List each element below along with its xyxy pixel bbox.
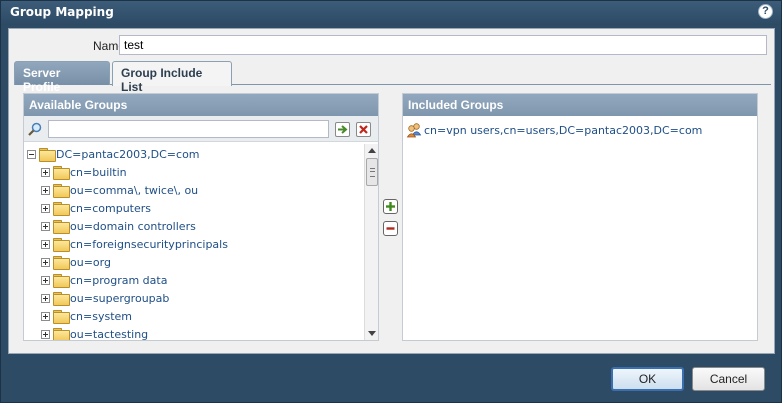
tree-root-node[interactable]: DC=pantac2003,DC=com — [27, 145, 200, 163]
expand-icon[interactable] — [41, 275, 50, 285]
tab-bar: Server Profile Group Include List — [14, 61, 771, 94]
folder-icon — [53, 202, 70, 216]
dialog-titlebar: Group Mapping ? — [1, 1, 781, 25]
search-clear-button[interactable] — [356, 122, 371, 137]
expand-icon[interactable] — [41, 293, 50, 303]
search-go-button[interactable] — [335, 122, 350, 137]
folder-icon — [53, 328, 70, 340]
tree-scrollbar[interactable] — [364, 144, 378, 340]
folder-icon — [53, 166, 70, 180]
arrow-right-icon — [338, 125, 348, 134]
folder-open-icon — [39, 148, 56, 162]
expand-icon[interactable] — [41, 329, 50, 339]
folder-icon — [53, 220, 70, 234]
folder-icon — [53, 274, 70, 288]
group-search-input[interactable] — [48, 120, 329, 138]
expand-icon[interactable] — [41, 311, 50, 321]
tree-node-label: ou=comma\, twice\, ou — [70, 183, 199, 197]
expand-icon[interactable] — [41, 185, 50, 195]
tree-node-label: cn=foreignsecurityprincipals — [70, 237, 228, 251]
scroll-down-icon[interactable] — [368, 331, 376, 336]
expand-icon[interactable] — [41, 239, 50, 249]
collapse-icon[interactable] — [27, 149, 36, 159]
folder-icon — [53, 238, 70, 252]
expand-icon[interactable] — [41, 257, 50, 267]
search-row — [24, 116, 378, 142]
expand-icon[interactable] — [41, 167, 50, 177]
tree-node[interactable]: cn=foreignsecurityprincipals — [41, 235, 228, 253]
folder-icon — [53, 256, 70, 270]
tree-node[interactable]: ou=comma\, twice\, ou — [41, 181, 198, 199]
tree-node[interactable]: cn=program data — [41, 271, 167, 289]
tree-node-label: cn=system — [70, 309, 133, 323]
tab-server-profile[interactable]: Server Profile — [14, 61, 110, 94]
available-groups-tree: DC=pantac2003,DC=com cn=builtin ou=comma… — [24, 144, 364, 340]
tree-node[interactable]: ou=tactesting — [41, 325, 148, 340]
included-group-item[interactable]: cn=vpn users,cn=users,DC=pantac2003,DC=c… — [406, 122, 702, 138]
minus-icon — [386, 227, 395, 230]
tree-node-label: DC=pantac2003,DC=com — [56, 147, 200, 161]
close-icon — [359, 125, 368, 134]
included-groups-header: Included Groups — [403, 94, 757, 116]
dialog-title: Group Mapping — [10, 5, 114, 19]
group-mapping-dialog: Group Mapping ? Name Server Profile Grou… — [0, 0, 782, 403]
scroll-thumb[interactable] — [366, 158, 378, 186]
tree-node-label: cn=program data — [70, 273, 168, 287]
available-groups-header: Available Groups — [24, 94, 378, 116]
tree-node[interactable]: cn=builtin — [41, 163, 127, 181]
folder-icon — [53, 310, 70, 324]
tree-node[interactable]: ou=org — [41, 253, 111, 271]
tree-node[interactable]: cn=system — [41, 307, 132, 325]
tree-node[interactable]: ou=domain controllers — [41, 217, 196, 235]
dialog-body: Name Server Profile Group Include List A… — [8, 28, 775, 354]
tree-node[interactable]: ou=supergroupab — [41, 289, 169, 307]
tree-node-label: ou=tactesting — [70, 327, 149, 341]
tree-node-label: ou=org — [70, 255, 111, 269]
expand-icon[interactable] — [41, 203, 50, 213]
included-group-label: cn=vpn users,cn=users,DC=pantac2003,DC=c… — [424, 123, 703, 137]
folder-icon — [53, 292, 70, 306]
tab-group-include-list[interactable]: Group Include List — [112, 61, 232, 94]
included-groups-panel: Included Groups cn=vpn users,cn=users,DC… — [402, 93, 758, 341]
search-icon — [28, 122, 42, 136]
scroll-up-icon[interactable] — [368, 148, 376, 153]
cancel-button[interactable]: Cancel — [692, 367, 765, 391]
ok-button[interactable]: OK — [611, 367, 684, 391]
folder-icon — [53, 184, 70, 198]
add-group-button[interactable] — [383, 199, 398, 214]
tree-node-label: ou=supergroupab — [70, 291, 170, 305]
tree-node-label: ou=domain controllers — [70, 219, 196, 233]
name-input[interactable] — [119, 35, 767, 55]
users-icon — [406, 123, 422, 138]
plus-icon — [386, 202, 395, 211]
remove-group-button[interactable] — [383, 221, 398, 236]
available-groups-panel: Available Groups DC=pantac2003,DC=com cn… — [23, 93, 379, 341]
help-icon[interactable]: ? — [758, 4, 773, 19]
dialog-footer: OK Cancel — [1, 357, 781, 402]
tree-node[interactable]: cn=computers — [41, 199, 151, 217]
expand-icon[interactable] — [41, 221, 50, 231]
tree-node-label: cn=computers — [70, 201, 152, 215]
tree-node-label: cn=builtin — [70, 165, 127, 179]
